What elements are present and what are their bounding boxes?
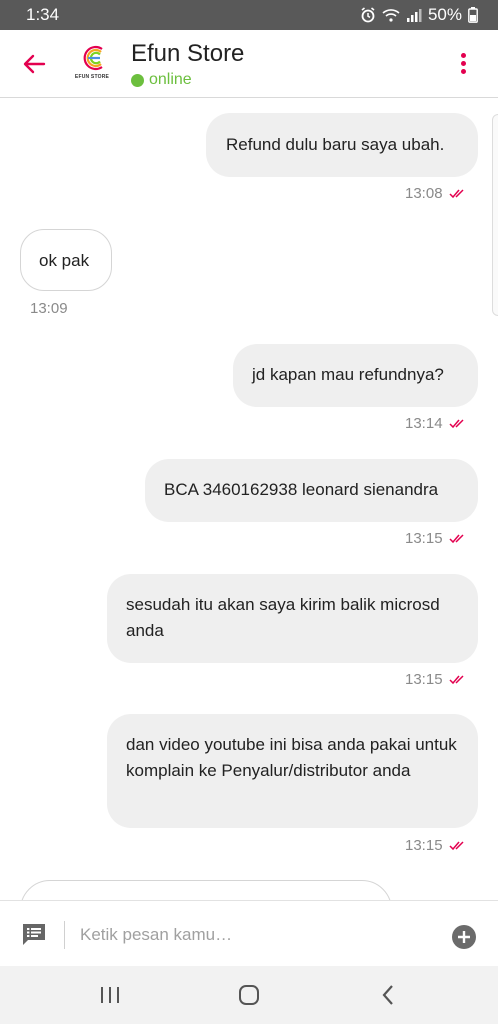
- message-meta: 13:15: [405, 530, 466, 547]
- message-time: 13:09: [30, 300, 68, 317]
- message-meta: 13:08: [405, 185, 466, 202]
- message-text: BCA 3460162938 leonard sienandra: [164, 480, 439, 499]
- message-meta: 13:15: [405, 837, 466, 854]
- chat-header: EFUN STORE Efun Store online: [0, 30, 498, 98]
- message-text: ok pak: [39, 251, 90, 270]
- message-meta: 13:09: [30, 300, 68, 317]
- home-icon[interactable]: [236, 983, 262, 1007]
- message-time: 13:15: [405, 837, 443, 854]
- message-meta: 13:15: [405, 671, 466, 688]
- status-bar: 1:34 50%: [0, 0, 498, 30]
- status-icons: 50%: [360, 5, 478, 25]
- message-bubble-outgoing[interactable]: Refund dulu baru saya ubah.: [206, 113, 478, 177]
- message-input[interactable]: [78, 919, 432, 951]
- message-bubble-outgoing[interactable]: dan video youtube ini bisa anda pakai un…: [107, 714, 478, 828]
- message-text: dan video youtube ini bisa anda pakai un…: [126, 735, 457, 780]
- message-text: jd kapan mau refundnya?: [252, 365, 444, 384]
- double-check-icon: [449, 189, 464, 199]
- scrollbar[interactable]: [492, 114, 498, 316]
- message-time: 13:15: [405, 530, 443, 547]
- message-bubble-outgoing[interactable]: sesudah itu akan saya kirim balik micros…: [107, 574, 478, 663]
- system-nav-bar: [0, 966, 498, 1024]
- message-time: 13:08: [405, 185, 443, 202]
- status-time: 1:34: [26, 5, 60, 24]
- message-time: 13:15: [405, 671, 443, 688]
- alarm-icon: [361, 7, 375, 23]
- message-bubble-incoming-partial[interactable]: [20, 880, 392, 900]
- online-dot-icon: [131, 73, 144, 87]
- chat-template-icon[interactable]: [21, 922, 47, 946]
- online-status-label: online: [149, 71, 192, 88]
- message-composer: [0, 900, 498, 967]
- message-text: Refund dulu baru saya ubah.: [226, 135, 445, 154]
- system-back-icon[interactable]: [376, 983, 402, 1007]
- composer-divider: [64, 921, 65, 949]
- message-bubble-incoming[interactable]: ok pak: [20, 229, 112, 291]
- double-check-icon: [449, 841, 464, 851]
- more-options-icon[interactable]: [456, 50, 470, 80]
- message-meta: 13:14: [405, 415, 466, 432]
- message-bubble-outgoing[interactable]: jd kapan mau refundnya?: [233, 344, 478, 407]
- efun-logo-icon: [83, 45, 103, 71]
- battery-icon: [468, 7, 478, 23]
- double-check-icon: [449, 675, 464, 685]
- message-text: sesudah itu akan saya kirim balik micros…: [126, 595, 440, 640]
- message-bubble-outgoing[interactable]: BCA 3460162938 leonard sienandra: [145, 459, 478, 522]
- double-check-icon: [449, 534, 464, 544]
- back-arrow-icon[interactable]: [20, 50, 48, 78]
- wifi-icon: [382, 9, 400, 22]
- recent-apps-icon[interactable]: [97, 983, 123, 1007]
- message-time: 13:14: [405, 415, 443, 432]
- store-name: Efun Store: [131, 40, 245, 67]
- battery-percent: 50%: [427, 5, 462, 24]
- signal-icon: [406, 9, 422, 22]
- logo-text: EFUN STORE: [74, 74, 110, 80]
- store-logo[interactable]: EFUN STORE: [72, 43, 112, 85]
- add-attachment-icon[interactable]: [452, 925, 476, 949]
- double-check-icon: [449, 419, 464, 429]
- chat-area[interactable]: Refund dulu baru saya ubah. 13:08 ok pak…: [0, 98, 498, 900]
- online-status: online: [131, 71, 192, 89]
